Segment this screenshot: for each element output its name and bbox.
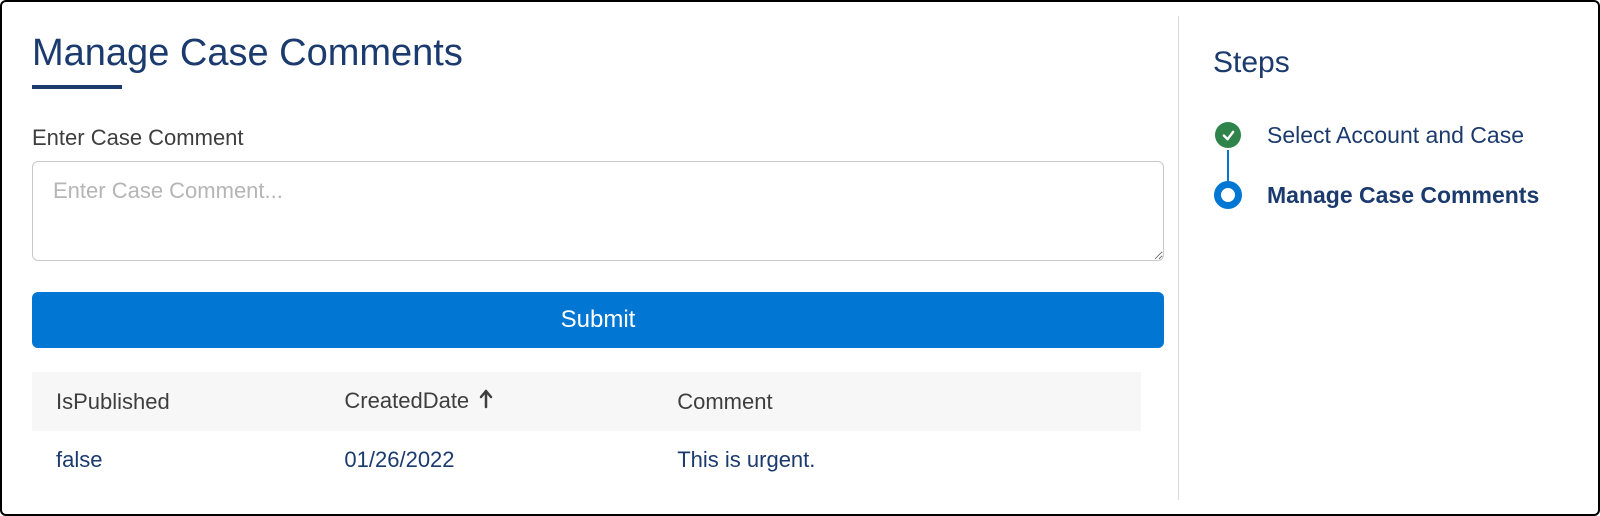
title-underline bbox=[32, 85, 122, 89]
step-item-1[interactable]: Select Account and Case bbox=[1213, 120, 1578, 150]
main-panel: Manage Case Comments Enter Case Comment … bbox=[2, 2, 1178, 514]
step-label: Select Account and Case bbox=[1267, 122, 1524, 149]
step-current-icon bbox=[1213, 180, 1243, 210]
comments-table: IsPublished CreatedDate Comment false bbox=[32, 372, 1141, 489]
step-label: Manage Case Comments bbox=[1267, 182, 1539, 209]
col-comment[interactable]: Comment bbox=[653, 372, 1141, 431]
step-complete-icon bbox=[1213, 120, 1243, 150]
comment-label: Enter Case Comment bbox=[32, 125, 1164, 151]
cell-ispublished: false bbox=[32, 431, 320, 489]
cell-createddate: 01/26/2022 bbox=[320, 431, 653, 489]
steps-sidebar: Steps Select Account and Case Manage Cas… bbox=[1178, 16, 1598, 500]
table-header-row: IsPublished CreatedDate Comment bbox=[32, 372, 1141, 431]
page-title: Manage Case Comments bbox=[32, 32, 1164, 75]
steps-title: Steps bbox=[1213, 46, 1578, 80]
col-createddate[interactable]: CreatedDate bbox=[320, 372, 653, 431]
sort-asc-icon bbox=[477, 389, 495, 415]
comment-input[interactable] bbox=[32, 161, 1164, 261]
cell-comment: This is urgent. bbox=[653, 431, 1141, 489]
submit-button-label: Submit bbox=[561, 306, 636, 334]
submit-button[interactable]: Submit bbox=[32, 292, 1164, 348]
step-item-2[interactable]: Manage Case Comments bbox=[1213, 180, 1578, 210]
col-ispublished[interactable]: IsPublished bbox=[32, 372, 320, 431]
table-row[interactable]: false 01/26/2022 This is urgent. bbox=[32, 431, 1141, 489]
steps-list: Select Account and Case Manage Case Comm… bbox=[1213, 120, 1578, 210]
